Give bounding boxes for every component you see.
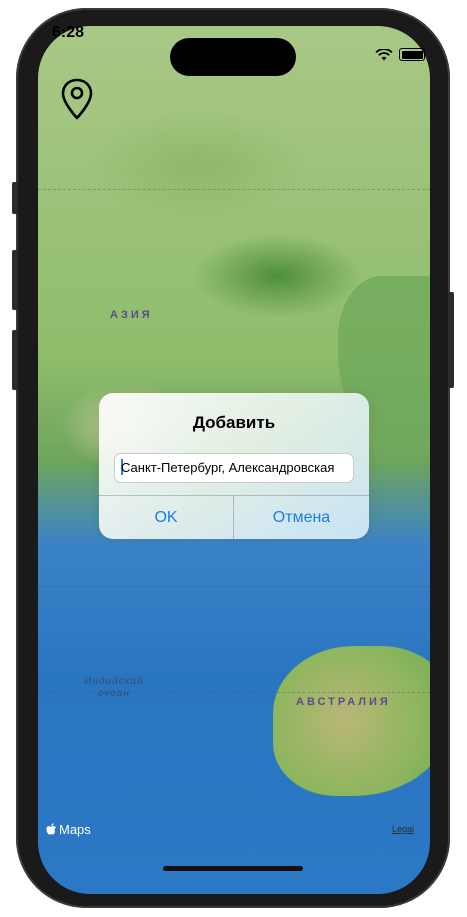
- status-time: 6:28: [52, 24, 85, 41]
- map-label-asia: АЗИЯ: [110, 309, 153, 321]
- dynamic-island: [170, 38, 296, 76]
- maps-logo-text: Maps: [59, 822, 91, 837]
- silent-switch: [12, 182, 18, 214]
- map-label-ocean: Индийский океан: [84, 676, 144, 699]
- map-land-australia: [273, 646, 430, 796]
- home-indicator[interactable]: [163, 866, 303, 871]
- maps-attribution: Maps: [46, 822, 91, 837]
- apple-logo-icon: [46, 823, 56, 835]
- cancel-button[interactable]: Отмена: [234, 496, 369, 539]
- map-label-australia: АВСТРАЛИЯ: [296, 696, 391, 708]
- volume-down-button: [12, 330, 18, 390]
- power-button: [448, 292, 454, 388]
- map-graticule-line: [38, 189, 430, 190]
- map-pin-icon[interactable]: [60, 78, 94, 122]
- volume-up-button: [12, 250, 18, 310]
- alert-title: Добавить: [192, 413, 276, 432]
- map-graticule-line: [38, 586, 430, 587]
- battery-icon: [399, 48, 425, 61]
- legal-link[interactable]: Legal: [392, 824, 414, 834]
- address-input[interactable]: Санкт-Петербург, Александровская: [114, 453, 354, 483]
- status-icons: [375, 48, 425, 61]
- wifi-icon: [375, 48, 393, 60]
- address-input-value: Санкт-Петербург, Александровская: [121, 460, 335, 475]
- ok-button[interactable]: OK: [99, 496, 233, 539]
